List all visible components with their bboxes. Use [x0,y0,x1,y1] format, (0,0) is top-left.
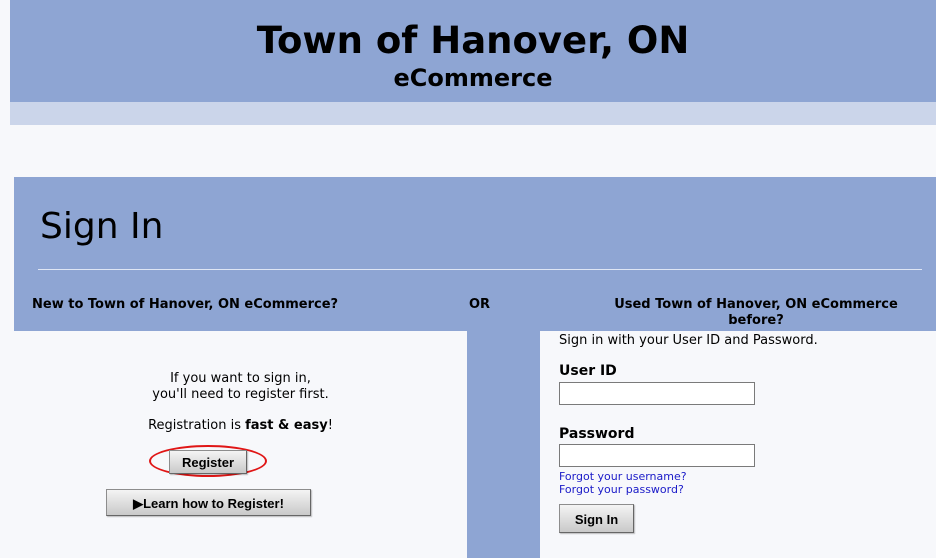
tagline-suffix: ! [327,418,333,433]
or-divider-bar [467,331,540,558]
userid-input[interactable] [559,382,755,405]
signin-button[interactable]: Sign In [559,504,634,533]
divider [38,269,922,270]
signin-panel: Sign In New to Town of Hanover, ON eComm… [14,177,936,331]
userid-label: User ID [559,363,617,379]
forgot-password-link[interactable]: Forgot your password? [559,483,684,496]
register-section: If you want to sign in, you'll need to r… [14,331,467,558]
password-input[interactable] [559,444,755,467]
page-title: Sign In [40,206,164,247]
register-instruction-line2: you'll need to register first. [152,387,329,402]
registration-tagline: Registration is fast & easy! [14,418,467,434]
returning-user-heading: Used Town of Hanover, ON eCommerce befor… [614,297,898,328]
login-section: Sign in with your User ID and Password. … [540,331,936,558]
forgot-username-link[interactable]: Forgot your username? [559,470,687,483]
tagline-bold: fast & easy [245,418,328,433]
site-subtitle: eCommerce [393,64,553,92]
new-user-heading: New to Town of Hanover, ON eCommerce? [32,297,339,312]
site-header: Town of Hanover, ON eCommerce [10,0,936,102]
password-label: Password [559,426,635,442]
tagline-prefix: Registration is [148,418,246,433]
learn-register-button[interactable]: ▶Learn how to Register! [106,489,311,516]
register-instruction-line1: If you want to sign in, [170,371,311,386]
site-title: Town of Hanover, ON [256,19,690,62]
or-label: OR [469,297,491,312]
play-arrow-icon: ▶ [133,496,144,511]
learn-register-label: Learn how to Register! [143,496,284,511]
header-subbar [10,102,936,125]
register-button[interactable]: Register [169,450,247,474]
login-instructions: Sign in with your User ID and Password. [559,333,818,348]
